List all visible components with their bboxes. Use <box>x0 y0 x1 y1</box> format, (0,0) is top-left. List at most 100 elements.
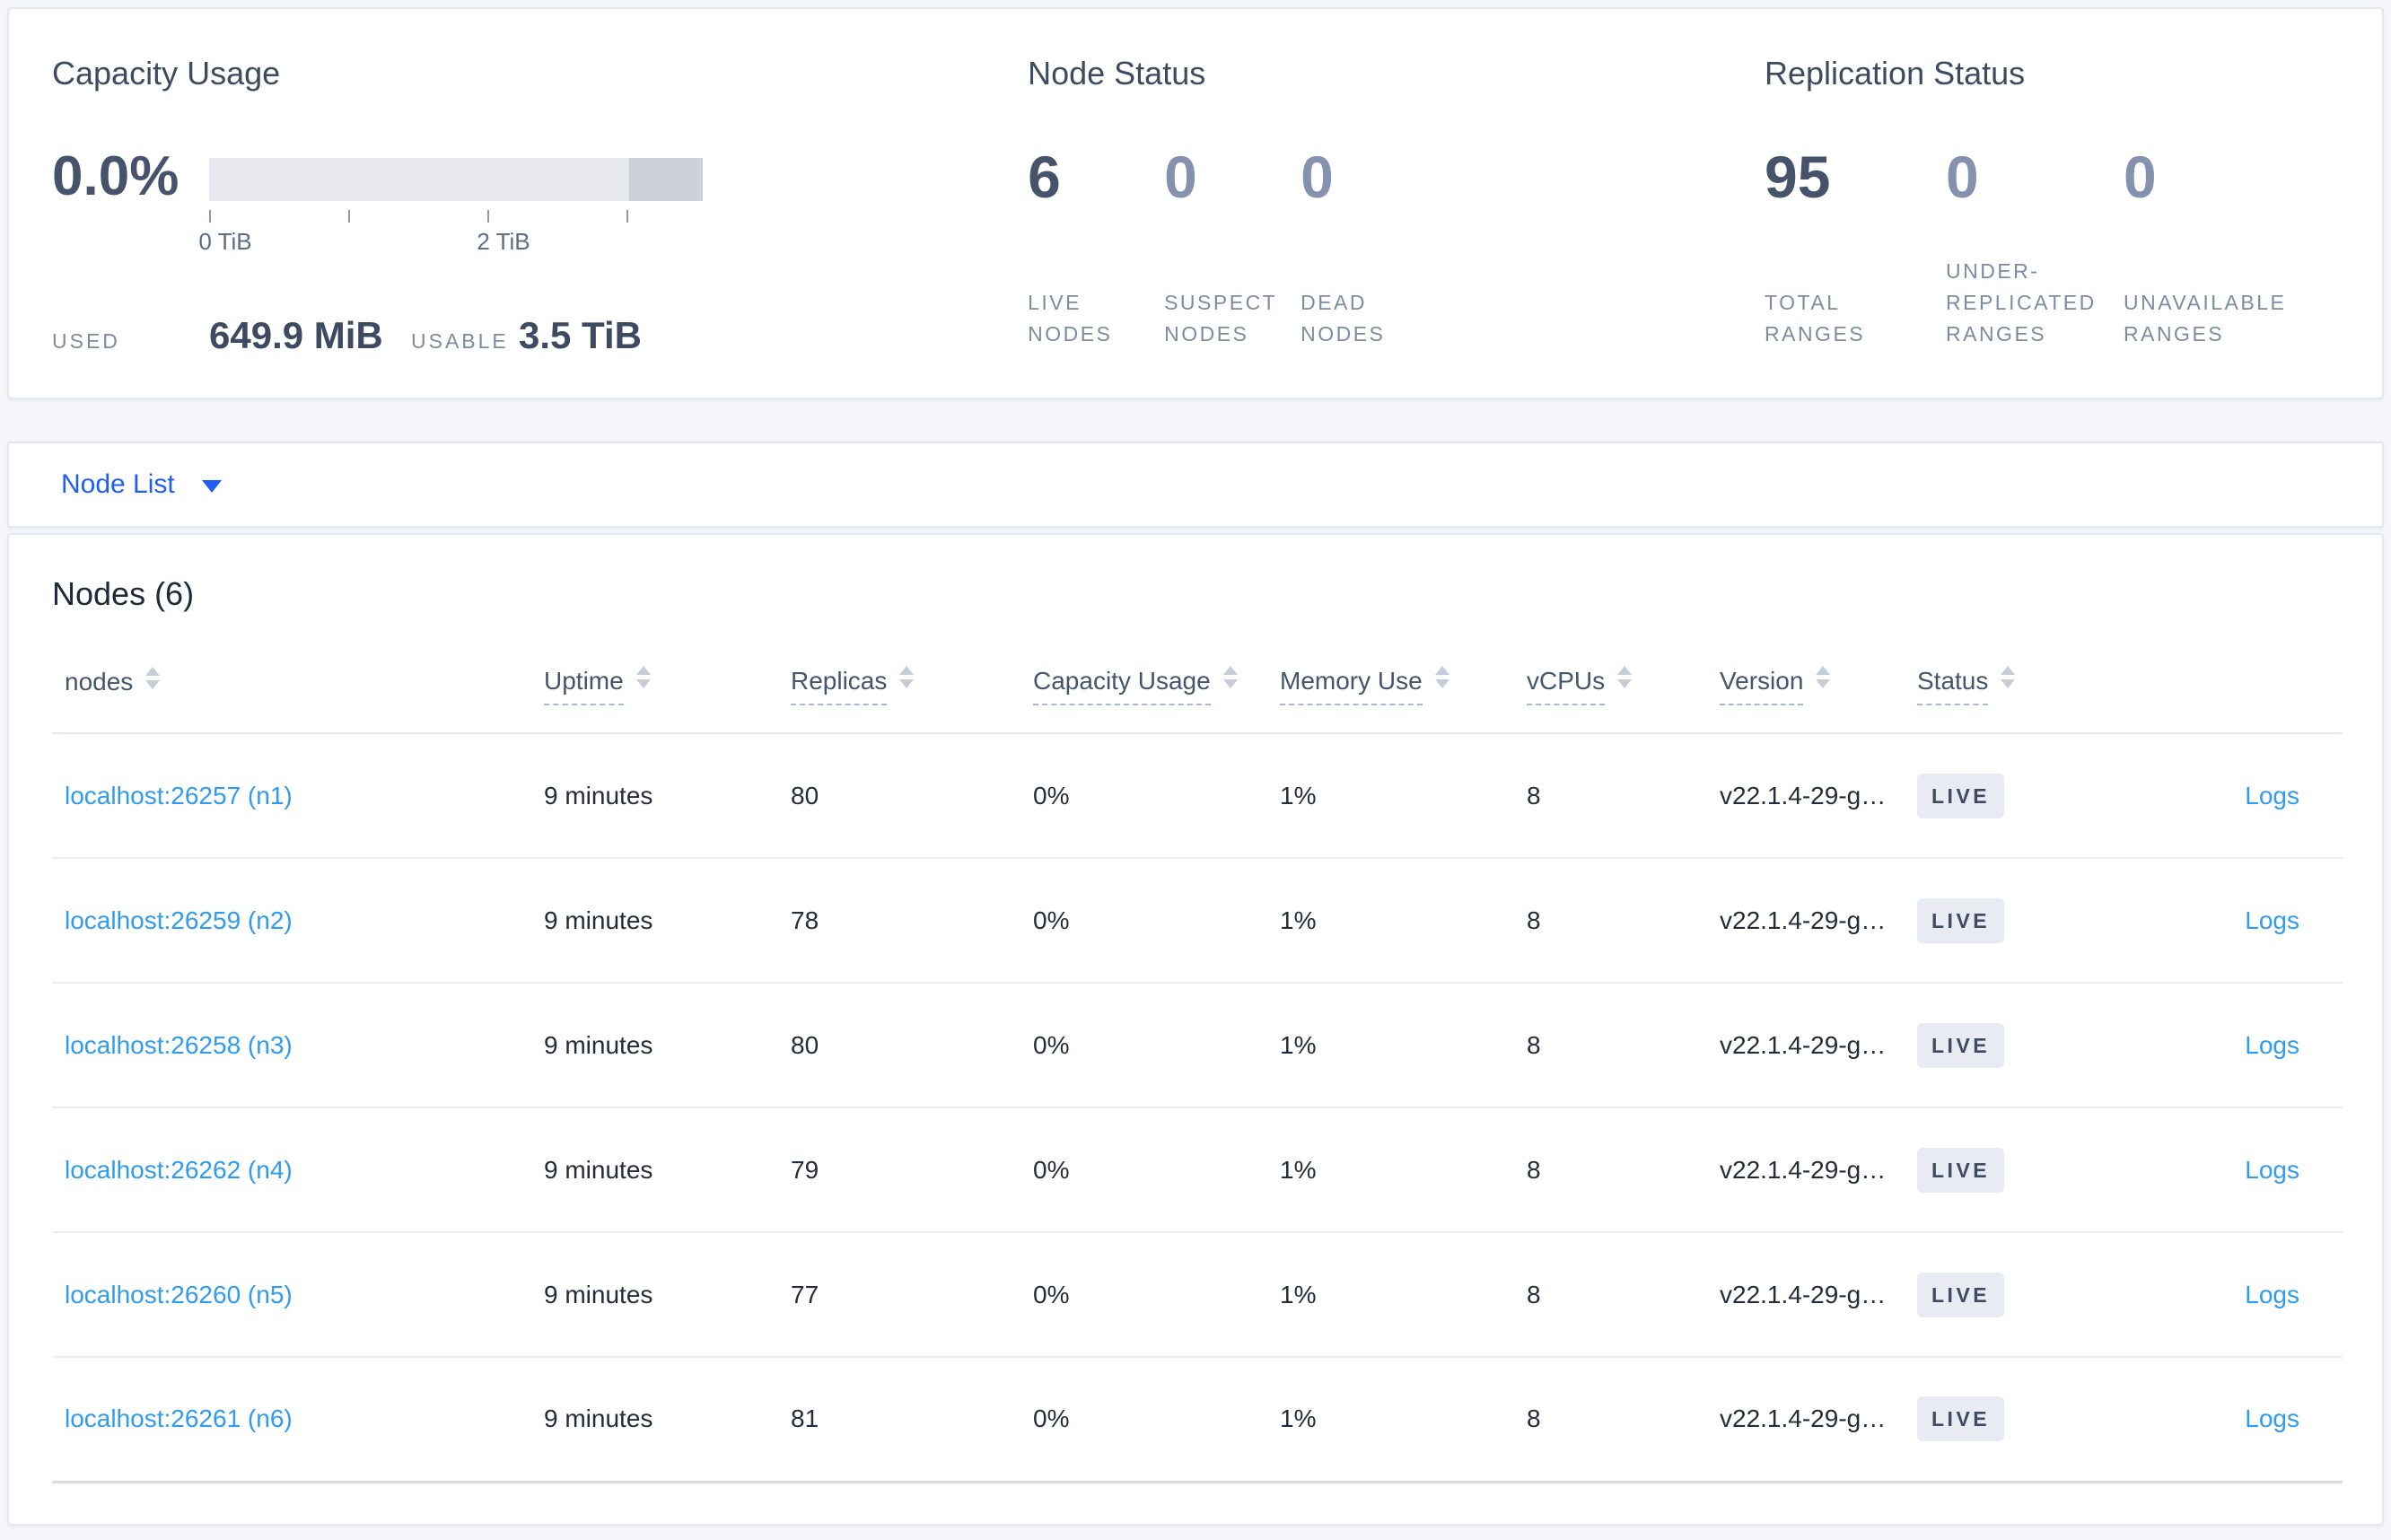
table-row: localhost:26257 (n1) 9 minutes 80 0% 1% … <box>52 733 2343 859</box>
axis-tick <box>209 210 211 223</box>
status-badge: LIVE <box>1917 1272 2005 1317</box>
replicas-cell: 79 <box>791 1107 1033 1233</box>
version-cell: v22.1.4-29-g… <box>1720 733 1917 859</box>
status-badge: LIVE <box>1917 773 2005 818</box>
node-link[interactable]: localhost:26262 (n4) <box>65 1156 293 1184</box>
sort-desc-icon <box>1617 679 1633 688</box>
node-link[interactable]: localhost:26261 (n6) <box>65 1404 293 1432</box>
logs-link[interactable]: Logs <box>2245 1281 2299 1308</box>
table-row: localhost:26261 (n6) 9 minutes 81 0% 1% … <box>52 1357 2343 1483</box>
vcpus-cell: 8 <box>1527 1232 1720 1358</box>
usable-value: 3.5 TiB <box>519 314 642 356</box>
memory-cell: 1% <box>1280 1232 1527 1358</box>
capacity-cell: 0% <box>1033 858 1280 984</box>
table-row: localhost:26258 (n3) 9 minutes 80 0% 1% … <box>52 983 2343 1108</box>
metric-label: DEAD NODES <box>1301 291 1386 346</box>
sort-asc-icon <box>899 666 915 675</box>
column-header-label: Uptime <box>544 667 624 705</box>
uptime-cell: 9 minutes <box>544 1107 791 1233</box>
uptime-cell: 9 minutes <box>544 733 791 859</box>
capacity-bar-extra-segment <box>628 158 703 201</box>
sort-icon <box>1816 666 1831 688</box>
column-header[interactable]: Memory Use <box>1280 641 1527 734</box>
node-link[interactable]: localhost:26257 (n1) <box>65 782 293 809</box>
node-status-section: Node Status 6 0 0 LIVE NODES SUSPECT NODES D… <box>1028 54 1765 398</box>
used-value: 649.9 MiB <box>209 314 383 356</box>
nodes-table-panel: Nodes (6) nodes Uptime Replicas Capacity… <box>7 533 2384 1526</box>
metric-value: 0 <box>1164 144 1197 210</box>
replication-status-section: Replication Status 95 0 0 TOTAL RANGES UNDE… <box>1765 54 2339 398</box>
metric-value: 95 <box>1765 144 1831 210</box>
capacity-cell: 0% <box>1033 1357 1280 1483</box>
memory-cell: 1% <box>1280 1357 1527 1483</box>
sort-icon <box>2001 666 2016 688</box>
column-header[interactable]: vCPUs <box>1527 641 1720 734</box>
metric-value: 6 <box>1028 144 1061 210</box>
column-header-label: Capacity Usage <box>1033 667 1211 705</box>
sort-asc-icon <box>1222 666 1238 675</box>
axis-tick-label: 0 TiB <box>198 228 252 255</box>
node-link[interactable]: localhost:26260 (n5) <box>65 1281 293 1308</box>
vcpus-cell: 8 <box>1527 733 1720 859</box>
replicas-cell: 81 <box>791 1357 1033 1483</box>
column-header-label: nodes <box>65 668 134 696</box>
capacity-usage-section: Capacity Usage 0.0% 0 TiB 2 TiB USED 649… <box>52 54 1028 398</box>
version-cell: v22.1.4-29-g… <box>1720 1357 1917 1483</box>
sort-desc-icon <box>1816 679 1831 688</box>
status-badge: LIVE <box>1917 1022 2005 1068</box>
table-header-row: nodes Uptime Replicas Capacity Usage Mem… <box>52 641 2343 734</box>
column-header-label: vCPUs <box>1527 667 1606 705</box>
table-row: localhost:26262 (n4) 9 minutes 79 0% 1% … <box>52 1107 2343 1233</box>
sort-asc-icon <box>1816 666 1831 675</box>
sort-asc-icon <box>1434 666 1449 675</box>
version-cell: v22.1.4-29-g… <box>1720 983 1917 1108</box>
used-label: USED <box>52 329 120 353</box>
node-link[interactable]: localhost:26258 (n3) <box>65 1031 293 1059</box>
column-header[interactable]: nodes <box>52 641 544 734</box>
column-header-label: Version <box>1720 667 1804 705</box>
column-header[interactable]: Status <box>1917 641 2141 734</box>
replication-status-title: Replication Status <box>1765 55 2026 92</box>
metric-label: TOTAL RANGES <box>1765 291 1866 346</box>
logs-link[interactable]: Logs <box>2245 1156 2299 1184</box>
capacity-axis-ticks <box>209 210 703 224</box>
version-cell: v22.1.4-29-g… <box>1720 858 1917 984</box>
column-header[interactable]: Uptime <box>544 641 791 734</box>
axis-tick-label: 2 TiB <box>477 228 530 255</box>
table-row: localhost:26259 (n2) 9 minutes 78 0% 1% … <box>52 858 2343 984</box>
axis-tick <box>348 210 350 223</box>
replicas-cell: 80 <box>791 733 1033 859</box>
logs-link[interactable]: Logs <box>2245 1404 2299 1432</box>
sort-desc-icon <box>145 680 161 689</box>
capacity-cell: 0% <box>1033 983 1280 1108</box>
column-header[interactable]: Capacity Usage <box>1033 641 1280 734</box>
column-header[interactable]: Replicas <box>791 641 1033 734</box>
column-header[interactable]: Version <box>1720 641 1917 734</box>
logs-link[interactable]: Logs <box>2245 1031 2299 1059</box>
cluster-summary-panel: Capacity Usage 0.0% 0 TiB 2 TiB USED 649… <box>7 7 2384 399</box>
logs-link[interactable]: Logs <box>2245 906 2299 934</box>
table-row: localhost:26260 (n5) 9 minutes 77 0% 1% … <box>52 1232 2343 1358</box>
node-link[interactable]: localhost:26259 (n2) <box>65 906 293 934</box>
metric-label: LIVE NODES <box>1028 291 1113 346</box>
status-badge: LIVE <box>1917 1396 2005 1442</box>
usable-label: USABLE <box>411 329 509 353</box>
view-selector-dropdown[interactable]: Node List <box>7 442 2384 528</box>
sort-icon <box>635 666 651 688</box>
nodes-table: nodes Uptime Replicas Capacity Usage Mem… <box>52 641 2343 1483</box>
status-badge: LIVE <box>1917 897 2005 943</box>
sort-desc-icon <box>635 679 651 688</box>
vcpus-cell: 8 <box>1527 1357 1720 1483</box>
sort-asc-icon <box>2001 666 2016 675</box>
metric-value: 0 <box>1301 144 1334 210</box>
sort-icon <box>899 666 915 688</box>
replicas-cell: 80 <box>791 983 1033 1108</box>
uptime-cell: 9 minutes <box>544 1357 791 1483</box>
sort-desc-icon <box>1434 679 1449 688</box>
sort-asc-icon <box>635 666 651 675</box>
capacity-bar-track <box>209 158 703 201</box>
capacity-percent-value: 0.0% <box>52 145 180 207</box>
replicas-cell: 78 <box>791 858 1033 984</box>
logs-link[interactable]: Logs <box>2245 782 2299 809</box>
sort-asc-icon <box>1617 666 1633 675</box>
